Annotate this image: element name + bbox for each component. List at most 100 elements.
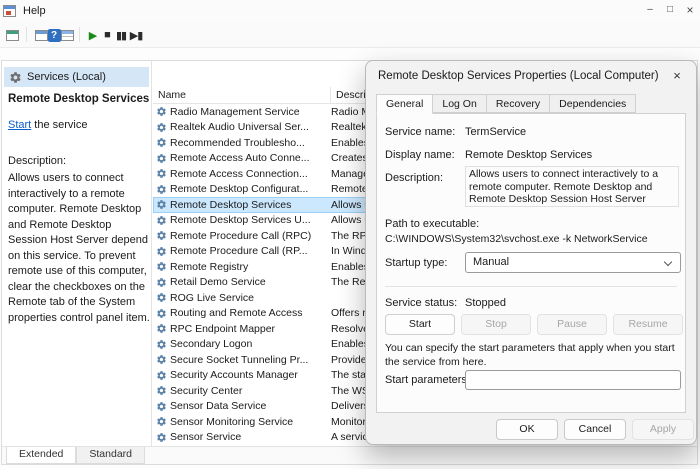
tab-recovery[interactable]: Recovery [485,94,551,113]
service-name: Remote Desktop Services U... [170,214,311,227]
tab-extended[interactable]: Extended [6,447,77,464]
tab-standard[interactable]: Standard [76,447,145,464]
toolbar: ? ▶ ■ ▮▮ ▶▮ [0,22,700,48]
start-button[interactable]: Start [385,314,455,335]
service-name: Remote Desktop Services [170,198,292,211]
service-gear-icon [156,184,170,195]
display-name-label: Display name: [385,149,455,161]
toolbar-separator [79,27,80,42]
service-gear-icon [156,292,170,303]
dialog-title: Remote Desktop Services Properties (Loca… [378,70,659,82]
tab-general[interactable]: General [376,94,434,114]
console-icon[interactable] [3,26,21,44]
table-glyph-icon [60,29,74,41]
service-gear-icon [156,168,170,179]
service-gear-icon [156,122,170,133]
service-gear-icon [156,401,170,412]
service-name: Realtek Audio Universal Ser... [170,121,309,134]
start-parameters-input[interactable] [465,370,681,390]
description-heading: Description: [8,155,67,167]
service-gear-icon [156,354,170,365]
service-name: ROG Live Service [170,291,255,304]
service-gear-icon [156,246,170,257]
tab-log-on[interactable]: Log On [432,94,487,113]
service-name: Sensor Service [170,431,242,444]
view-tabs: Extended Standard [2,446,697,464]
menu-help[interactable]: Help [18,3,51,19]
service-name: Recommended Troublesho... [170,136,305,149]
services-mmc-window: { "window": { "menu_help": "Help", "cont… [0,0,700,469]
stop-button[interactable]: Stop [461,314,531,335]
menu-bar: Help – □ × [0,0,700,22]
window-controls: – □ × [640,0,700,22]
service-status-label: Service status: [385,297,458,309]
start-parameters-hint: You can specify the start parameters tha… [385,342,675,368]
service-gear-icon [156,153,170,164]
dialog-description-box[interactable]: Allows users to connect interactively to… [465,166,679,207]
service-gear-icon [156,385,170,396]
maximize-button[interactable]: □ [660,0,680,22]
service-gear-icon [156,308,170,319]
service-gear-icon [156,339,170,350]
pause-button[interactable]: Pause [537,314,607,335]
service-name: Remote Procedure Call (RP... [170,245,308,258]
service-gear-icon [156,277,170,288]
service-name: Routing and Remote Access [170,307,303,320]
chevron-down-icon [663,257,673,267]
play-icon: ▶ [88,29,98,42]
tab-dependencies[interactable]: Dependencies [549,94,637,113]
console-window-icon [5,29,19,41]
minimize-button[interactable]: – [640,0,660,22]
description-label: Description: [385,172,444,184]
service-name: Security Accounts Manager [170,369,298,382]
service-name: Retail Demo Service [170,276,266,289]
group-separator [385,286,677,287]
resume-button[interactable]: Resume [613,314,683,335]
stop-icon: ■ [104,29,111,41]
service-gear-icon [156,230,170,241]
service-name: Remote Desktop Configurat... [170,183,309,196]
service-name: Remote Access Connection... [170,167,308,180]
service-gear-icon [156,215,170,226]
service-name: Security Center [170,384,243,397]
close-button[interactable]: × [680,0,700,22]
column-header-name[interactable]: Name [153,87,331,104]
service-name: Sensor Data Service [170,400,267,413]
service-name: Remote Procedure Call (RPC) [170,229,312,242]
service-gear-icon [156,261,170,272]
service-name-value: TermService [465,126,527,138]
tree-node-services-local[interactable]: Services (Local) [4,67,149,87]
cancel-button[interactable]: Cancel [564,419,626,440]
service-name: Secondary Logon [170,338,253,351]
dialog-tabs: General Log On Recovery Dependencies [376,94,637,114]
service-name: Radio Management Service [170,105,300,118]
service-name: Secure Socket Tunneling Pr... [170,353,309,366]
startup-type-value: Manual [473,256,510,268]
service-description-text: Allows users to connect interactively to… [8,172,150,324]
ok-button[interactable]: OK [496,419,558,440]
service-name: Remote Registry [170,260,249,273]
service-name: Remote Access Auto Conne... [170,152,310,165]
toolbar-separator [26,27,27,42]
apply-button[interactable]: Apply [632,419,694,440]
service-gear-icon [156,416,170,427]
service-gear-icon [156,432,170,443]
startup-type-label: Startup type: [385,257,448,269]
startup-type-select[interactable]: Manual [465,252,681,273]
export-list-icon[interactable] [58,26,76,44]
restart-service-icon[interactable]: ▶▮ [127,26,145,44]
dialog-close-button[interactable]: × [664,65,690,87]
path-to-executable-value: C:\WINDOWS\System32\svchost.exe -k Netwo… [385,233,648,245]
display-name-value: Remote Desktop Services [465,149,593,161]
service-gear-icon [156,137,170,148]
general-tab-page: Service name: TermService Display name: … [376,113,686,413]
start-service-link[interactable]: Start [8,119,31,131]
service-gear-icon [156,199,170,210]
pause-icon: ▮▮ [115,29,127,42]
console-tree-pane: Services (Local) Remote Desktop Services… [2,61,152,446]
start-parameters-label: Start parameters: [385,374,470,386]
service-action-line: Start the service [8,119,150,131]
service-name: Sensor Monitoring Service [170,415,294,428]
app-icon [3,5,16,17]
action-suffix: the service [31,119,88,131]
